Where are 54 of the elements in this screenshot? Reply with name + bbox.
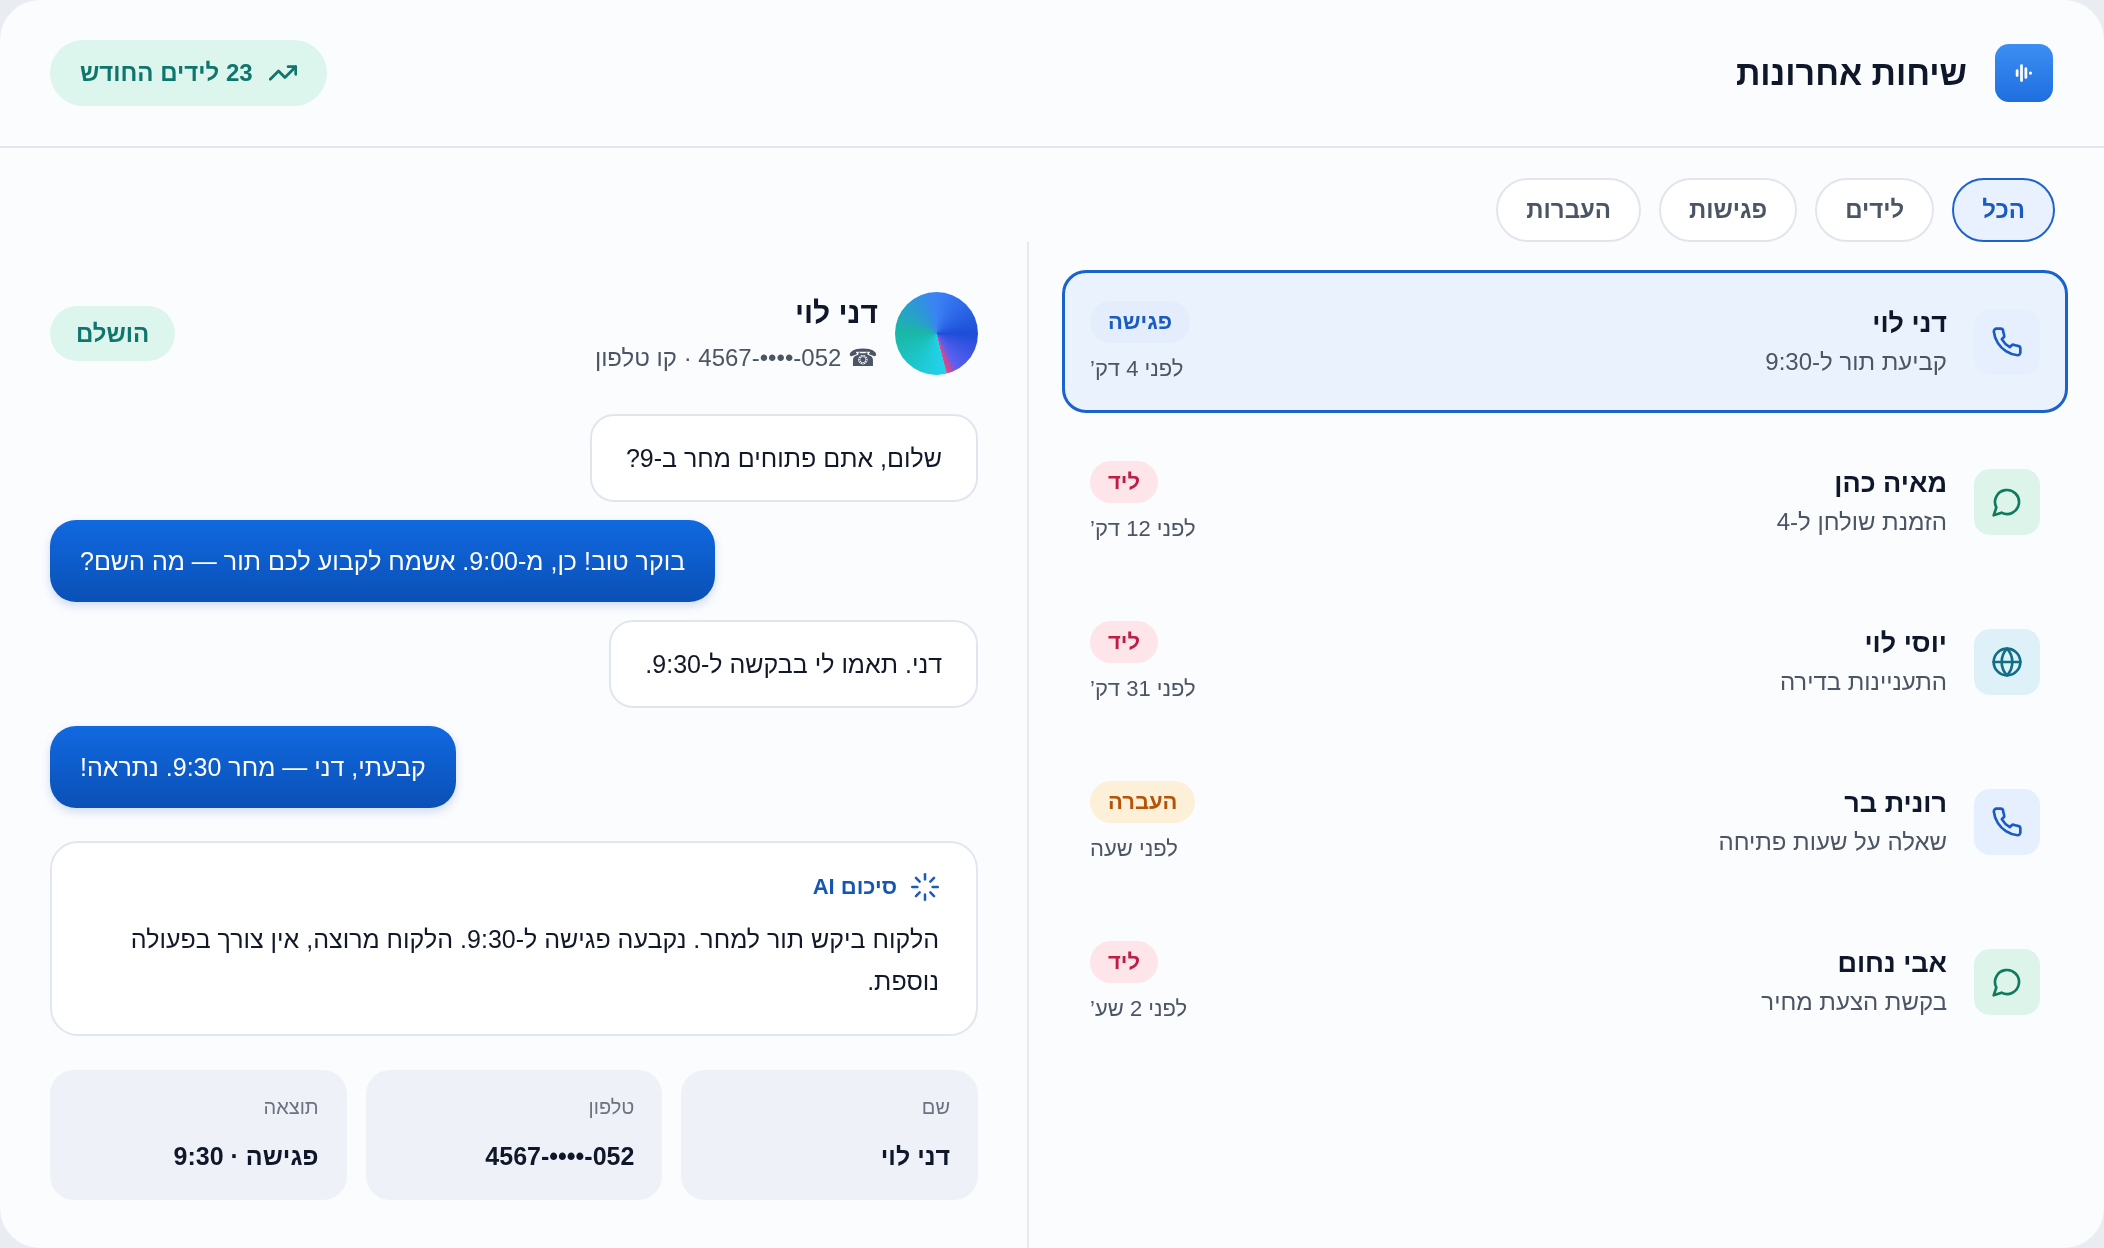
conversation-type-label: העברה (1090, 780, 1196, 823)
globe-icon (1974, 628, 2040, 695)
summary-title: סיכום AI (812, 873, 897, 901)
phone-icon (1974, 308, 2040, 375)
contact-name: יוסי לוי (1863, 626, 1947, 659)
conversation-type-label: ליד (1090, 940, 1159, 983)
filter-tab[interactable]: העברות (1496, 178, 1642, 242)
time-ago: לפני שעה (1090, 834, 1178, 863)
conversation-type-label: ליד (1090, 460, 1159, 503)
conversation-item[interactable]: יוסי לוי התעניינות בדירה ליד לפני 31 דק’ (1062, 590, 2068, 733)
status-label: הושלם (50, 306, 176, 361)
customer-message: שלום, אתם פתוחים מחר ב-9? (589, 414, 978, 502)
conversation-summary: התעניינות בדירה (1778, 666, 1947, 697)
leads-stat-text: 23 לידים החודש (80, 58, 253, 88)
time-ago: לפני 4 דק’ (1090, 354, 1184, 383)
summary-text: הלקוח ביקש תור למחר. נקבעה פגישה ל-9:30. הלקוח מרוצה, אין צורך בפעולה נוספת. (129, 924, 939, 997)
detail-value: 052-••••-4567 (484, 1141, 635, 1172)
conversation-item[interactable]: דני לוי קביעת תור ל-9:30 פגישה לפני 4 דק’ (1062, 270, 2068, 413)
detail-label: טלפון (587, 1095, 635, 1120)
customer-message: דני. תאמו לי בבקשה ל-9:30. (609, 620, 978, 708)
conversation-summary: שאלה על שעות פתיחה (1717, 826, 1947, 857)
time-ago: לפני 31 דק’ (1090, 674, 1196, 703)
agent-message: בוקר טוב! כן, מ-9:00. אשמח לקבוע לכם תור — מה השם? (50, 520, 716, 602)
chat-bubble-icon (1974, 468, 2040, 535)
contact-name: דני לוי (793, 294, 878, 331)
chat-bubble-icon (1974, 948, 2040, 1015)
conversation-item[interactable]: רונית בר שאלה על שעות פתיחה העברה לפני שעה (1062, 750, 2068, 893)
time-ago: לפני 12 דק’ (1090, 514, 1196, 543)
trending-up-icon (268, 65, 297, 81)
conversation-summary: הזמנת שולחן ל-4 (1775, 506, 1947, 537)
detail-label: תוצאה (262, 1095, 319, 1120)
filter-tab[interactable]: הכל (1952, 178, 2055, 242)
audio-bars-icon (1995, 44, 2053, 102)
contact-phone-line: ☎ 052-••••-4567 · קו טלפון (594, 342, 878, 373)
detail-value: פגישה · 9:30 (172, 1141, 319, 1172)
conversation-summary: בקשת הצעת מחיר (1760, 986, 1947, 1017)
conversation-item[interactable]: אבי נחום בקשת הצעת מחיר ליד לפני 2 שע’ (1062, 910, 2068, 1053)
page-title: שיחות אחרונות (1735, 53, 1967, 93)
spinner-icon (911, 873, 939, 901)
time-ago: לפני 2 שע’ (1090, 994, 1188, 1023)
phone-icon (1974, 788, 2040, 855)
conversation-summary: קביעת תור ל-9:30 (1764, 346, 1947, 377)
contact-name: דני לוי (1871, 306, 1947, 339)
filter-tab[interactable]: פגישות (1659, 178, 1798, 242)
contact-name: מאיה כהן (1833, 466, 1947, 499)
contact-name: רונית בר (1843, 786, 1947, 819)
detail-value: דני לוי (879, 1141, 950, 1172)
filter-tab[interactable]: לידים (1815, 178, 1935, 242)
contact-name: אבי נחום (1836, 946, 1947, 979)
detail-label: שם (920, 1095, 950, 1120)
agent-message: קבעתי, דני — מחר 9:30. נתראה! (50, 726, 456, 808)
conversation-item[interactable]: מאיה כהן הזמנת שולחן ל-4 ליד לפני 12 דק’ (1062, 430, 2068, 573)
conversation-type-label: פגישה (1090, 300, 1191, 343)
conversation-type-label: ליד (1090, 620, 1159, 663)
